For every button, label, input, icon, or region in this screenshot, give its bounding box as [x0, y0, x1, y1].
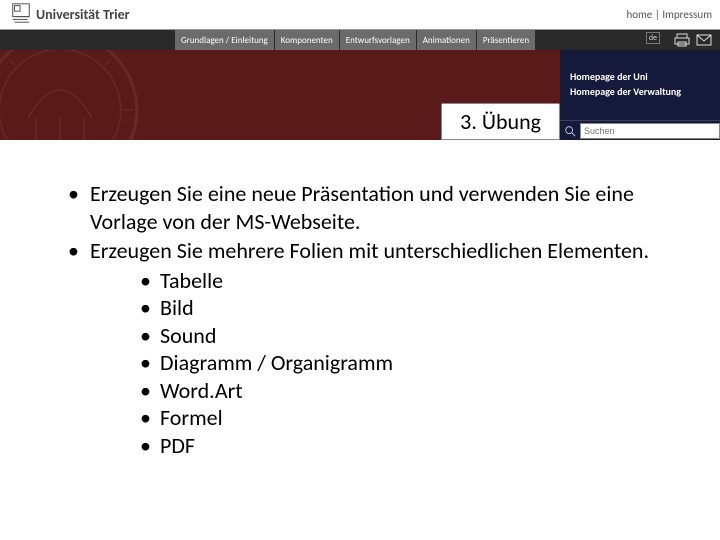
list-item: Tabelle: [140, 267, 670, 295]
list-item: Diagramm / Organigramm: [140, 349, 670, 377]
slide-title: 3. Übung: [441, 103, 560, 140]
logo-text: Universität Trier: [36, 6, 130, 23]
logo-icon: [10, 2, 32, 28]
bullet-list: Erzeugen Sie eine neue Präsentation und …: [68, 180, 670, 265]
nav-item-praesentieren[interactable]: Präsentieren: [477, 30, 536, 50]
nav-row: Grundlagen / Einleitung Komponenten Entw…: [0, 30, 720, 50]
banner-right: Homepage der Uni Homepage der Verwaltung: [560, 50, 720, 140]
sub-bullet-list: Tabelle Bild Sound Diagramm / Organigram…: [68, 267, 670, 460]
nav-item-komponenten[interactable]: Komponenten: [275, 30, 340, 50]
banner: 3. Übung Homepage der Uni Homepage der V…: [0, 50, 720, 140]
list-item: Erzeugen Sie eine neue Präsentation und …: [68, 180, 670, 235]
search-input[interactable]: [580, 123, 720, 139]
list-item: PDF: [140, 432, 670, 460]
homepage-verwaltung-link[interactable]: Homepage der Verwaltung: [570, 85, 712, 98]
nav-icons: [674, 30, 712, 50]
link-separator: |: [652, 8, 662, 21]
impressum-link[interactable]: Impressum: [662, 8, 712, 21]
list-item: Formel: [140, 404, 670, 432]
banner-left: 3. Übung: [0, 50, 560, 140]
nav-spacer: [0, 30, 175, 50]
home-link[interactable]: home: [626, 8, 652, 21]
search-row: [560, 120, 720, 140]
university-logo: Universität Trier: [10, 2, 130, 28]
top-strip: Universität Trier home | Impressum: [0, 0, 720, 30]
top-links: home | Impressum: [626, 8, 712, 21]
print-icon[interactable]: [674, 33, 690, 47]
nav-item-animationen[interactable]: Animationen: [417, 30, 477, 50]
slide-content: Erzeugen Sie eine neue Präsentation und …: [0, 140, 720, 459]
language-toggle[interactable]: de: [646, 32, 660, 44]
list-item: Sound: [140, 322, 670, 350]
nav-item-entwurfsvorlagen[interactable]: Entwurfsvorlagen: [340, 30, 417, 50]
list-item: Erzeugen Sie mehrere Folien mit untersch…: [68, 237, 670, 265]
nav-item-grundlagen[interactable]: Grundlagen / Einleitung: [175, 30, 275, 50]
list-item: Word.Art: [140, 377, 670, 405]
homepage-uni-link[interactable]: Homepage der Uni: [570, 70, 712, 83]
mail-icon[interactable]: [696, 33, 712, 47]
list-item: Bild: [140, 294, 670, 322]
university-seal-icon: [0, 50, 140, 140]
search-icon[interactable]: [560, 121, 580, 141]
